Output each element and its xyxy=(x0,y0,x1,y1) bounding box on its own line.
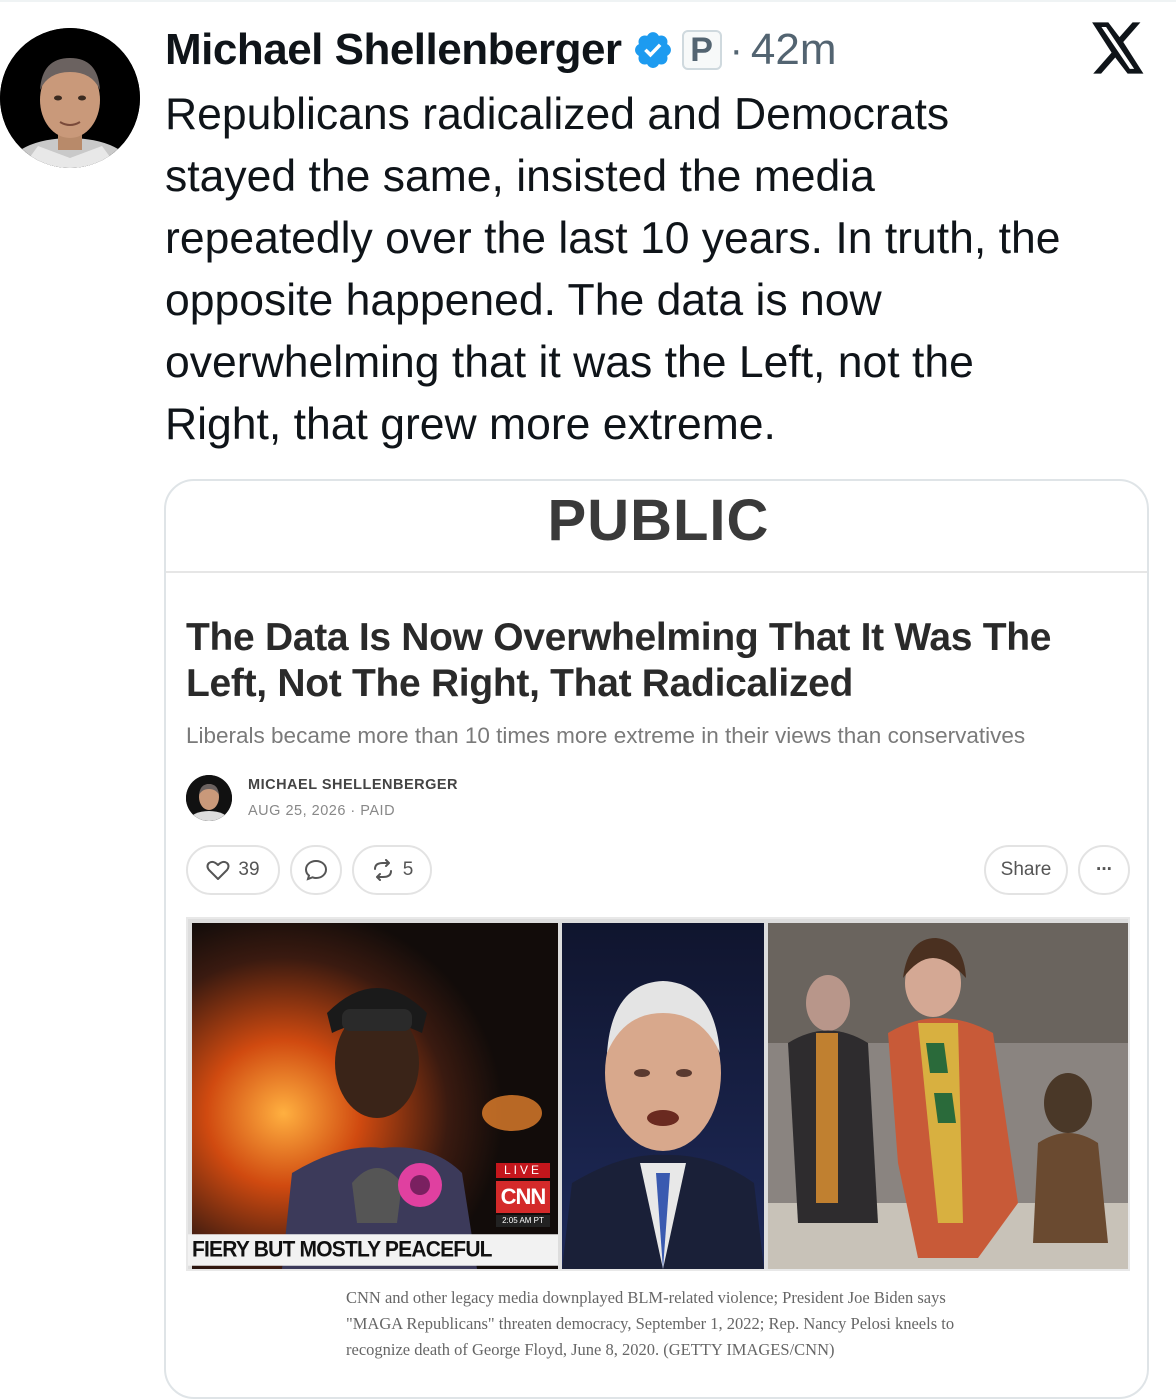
card-divider xyxy=(166,571,1147,573)
verified-icon xyxy=(634,32,671,68)
tweet-time[interactable]: 42m xyxy=(751,25,837,75)
avatar[interactable] xyxy=(0,28,140,168)
live-label: LIVE xyxy=(496,1163,550,1178)
restack-button[interactable]: 5 xyxy=(352,845,432,895)
news-chyron: FIERY BUT MOSTLY PEACEFUL PROTESTS xyxy=(188,1234,558,1269)
network-time: 2:05 AM PT xyxy=(496,1215,550,1227)
like-count: 39 xyxy=(238,859,260,880)
biden-photo xyxy=(562,923,764,1269)
x-logo-icon[interactable] xyxy=(1090,22,1146,74)
article-meta: AUG 25, 2026 · PAID xyxy=(248,803,396,819)
comment-icon xyxy=(304,859,328,881)
like-button[interactable]: 39 xyxy=(186,845,280,895)
tweet-text: Republicans radicalized and Democrats st… xyxy=(165,90,1061,449)
tweet-header: Michael Shellenberger P · 42m xyxy=(165,22,836,78)
more-button[interactable]: ··· xyxy=(1078,845,1130,895)
separator-dot: · xyxy=(729,27,743,72)
article-author[interactable]: MICHAEL SHELLENBERGER xyxy=(248,777,458,793)
pelosi-photo xyxy=(768,923,1128,1269)
restack-count: 5 xyxy=(402,859,414,880)
comment-button[interactable] xyxy=(290,845,342,895)
publication-logo: PUBLIC xyxy=(547,488,770,553)
author-avatar xyxy=(186,775,232,821)
publication-badge: P xyxy=(681,30,722,70)
share-button[interactable]: Share xyxy=(984,845,1068,895)
author-name[interactable]: Michael Shellenberger xyxy=(165,25,622,75)
heart-icon xyxy=(206,860,230,880)
network-logo: CNN xyxy=(496,1181,550,1213)
top-divider xyxy=(0,0,1176,2)
image-caption: CNN and other legacy media downplayed BL… xyxy=(346,1288,955,1359)
article-card[interactable]: PUBLIC The Data Is Now Overwhelming That… xyxy=(164,479,1149,1399)
restack-icon xyxy=(373,859,392,881)
article-hero-image[interactable]: LIVE CNN 2:05 AM PT FIERY BUT MOSTLY PEA… xyxy=(186,917,1130,1271)
article-subtitle: Liberals became more than 10 times more … xyxy=(186,723,1026,748)
article-title[interactable]: The Data Is Now Overwhelming That It Was… xyxy=(186,615,1126,707)
